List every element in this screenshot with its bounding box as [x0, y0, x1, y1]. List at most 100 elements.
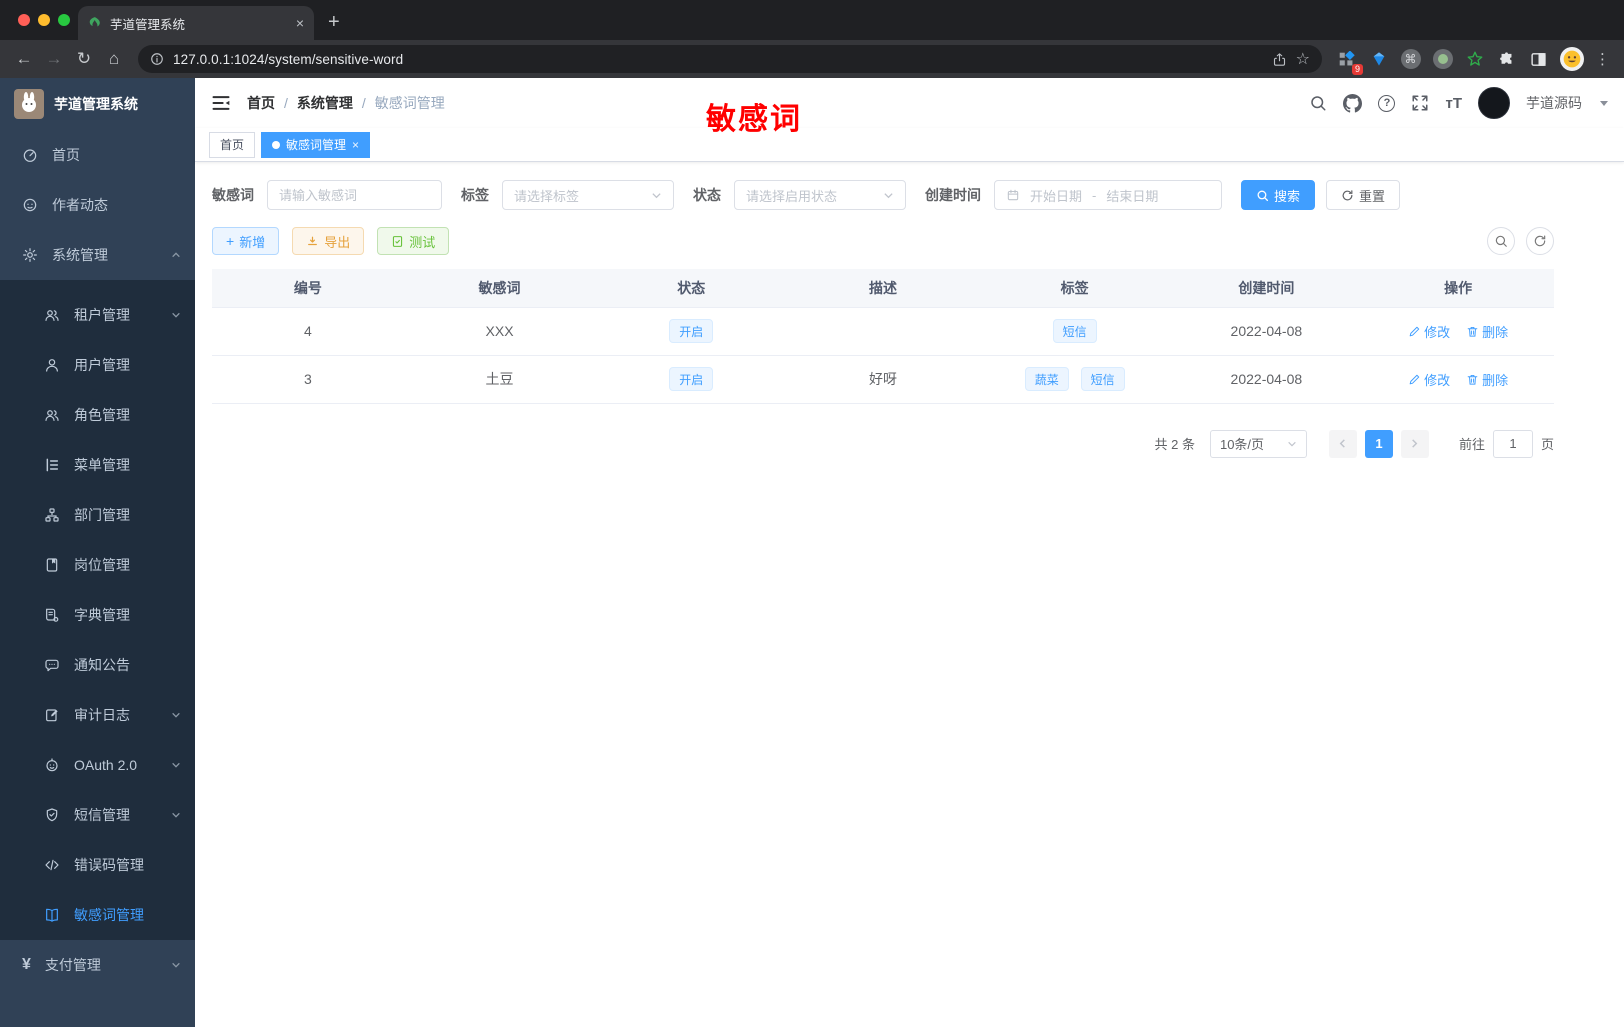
green-star-extension-icon[interactable] — [1464, 49, 1485, 70]
add-button[interactable]: + 新增 — [212, 227, 280, 255]
user-caret-icon[interactable] — [1600, 100, 1608, 106]
user-avatar[interactable] — [1478, 87, 1510, 119]
cell-word: 土豆 — [403, 355, 596, 404]
sidebar-item-dept-mgmt[interactable]: 部门管理 — [0, 490, 195, 540]
home-button[interactable]: ⌂ — [100, 45, 128, 73]
test-button[interactable]: 测试 — [377, 227, 450, 255]
tab-close-icon[interactable]: × — [296, 16, 304, 30]
sidebar-item-oauth2[interactable]: OAuth 2.0 — [0, 740, 195, 790]
favicon-leaf-icon — [88, 16, 102, 30]
tags-view-tab-sensitive-word[interactable]: 敏感词管理 × — [261, 131, 371, 158]
browser-tab[interactable]: 芋道管理系统 × — [78, 6, 314, 40]
font-size-icon[interactable]: тT — [1445, 95, 1462, 112]
url-text[interactable]: 127.0.0.1:1024/system/sensitive-word — [173, 52, 1263, 67]
open-book-icon — [44, 907, 60, 923]
tag-select[interactable]: 请选择标签 — [502, 180, 674, 210]
app-logo[interactable]: 芋道管理系统 — [0, 78, 195, 130]
sidebar-item-tenant-mgmt[interactable]: 租户管理 — [0, 290, 195, 340]
chevron-up-icon — [171, 250, 181, 260]
yen-icon: ¥ — [22, 956, 31, 973]
address-bar[interactable]: 127.0.0.1:1024/system/sensitive-word ☆ — [138, 45, 1322, 73]
chevron-down-icon — [1287, 439, 1297, 449]
fullscreen-icon[interactable] — [1411, 94, 1429, 112]
reset-button[interactable]: 重置 — [1326, 180, 1401, 210]
delete-link[interactable]: 删除 — [1466, 322, 1508, 341]
table-row: 4 XXX 开启 短信 2022-04-08 修改 删除 — [212, 307, 1554, 356]
recorder-extension-icon[interactable] — [1432, 49, 1453, 70]
page-size-select[interactable]: 10条/页 — [1209, 429, 1307, 458]
calendar-icon — [1006, 188, 1020, 202]
prev-page-button[interactable] — [1328, 429, 1357, 458]
reload-button[interactable]: ↻ — [70, 45, 98, 73]
bookmark-star-icon[interactable]: ☆ — [1296, 49, 1310, 69]
next-page-button[interactable] — [1400, 429, 1429, 458]
keyword-input[interactable] — [279, 187, 430, 203]
sidebar-item-payment-mgmt[interactable]: ¥ 支付管理 — [0, 940, 195, 990]
side-panel-icon[interactable] — [1528, 49, 1549, 70]
close-window-button[interactable] — [18, 14, 30, 26]
header-search-icon[interactable] — [1309, 94, 1327, 112]
app-title: 芋道管理系统 — [54, 96, 138, 112]
trash-icon — [1466, 325, 1479, 338]
sidebar-item-author-news[interactable]: 作者动态 — [0, 180, 195, 230]
document-check-icon — [391, 235, 404, 248]
sidebar: 芋道管理系统 首页 作者动态 系统管理 租户管理 用户管理 角色管理 菜单管理 … — [0, 78, 195, 1027]
delete-link[interactable]: 删除 — [1466, 370, 1508, 389]
browser-menu-icon[interactable]: ⋮ — [1595, 50, 1610, 68]
minimize-window-button[interactable] — [38, 14, 50, 26]
help-icon[interactable]: ? — [1378, 94, 1396, 112]
sidebar-item-menu-mgmt[interactable]: 菜单管理 — [0, 440, 195, 490]
col-create-time: 创建时间 — [1170, 269, 1363, 308]
sidebar-item-sensitive-word-mgmt[interactable]: 敏感词管理 — [0, 890, 195, 940]
sidebar-item-post-mgmt[interactable]: 岗位管理 — [0, 540, 195, 590]
funnel-extension-icon[interactable] — [1368, 49, 1389, 70]
new-tab-button[interactable]: + — [328, 11, 340, 34]
grid-extension-icon[interactable]: 9 — [1336, 49, 1363, 75]
collapse-sidebar-icon[interactable] — [211, 93, 231, 113]
profile-avatar[interactable] — [1560, 47, 1584, 71]
tags-view-tab-home[interactable]: 首页 — [209, 131, 256, 158]
sidebar-item-audit-log[interactable]: 审计日志 — [0, 690, 195, 740]
col-description: 描述 — [787, 269, 979, 308]
breadcrumb-current: 敏感词管理 — [374, 95, 445, 111]
sidebar-item-notice-mgmt[interactable]: 通知公告 — [0, 640, 195, 690]
sidebar-item-user-mgmt[interactable]: 用户管理 — [0, 340, 195, 390]
status-select[interactable]: 请选择启用状态 — [734, 180, 906, 210]
export-button[interactable]: 导出 — [292, 227, 365, 255]
table-row: 3 土豆 开启 好呀 蔬菜 短信 2022-04-08 修改 删除 — [212, 355, 1554, 404]
pagination-total: 共 2 条 — [1154, 437, 1195, 452]
edit-link[interactable]: 修改 — [1408, 322, 1450, 341]
active-dot-icon — [272, 140, 281, 149]
page-unit-label: 页 — [1540, 437, 1554, 452]
cell-create-time: 2022-04-08 — [1170, 355, 1363, 404]
back-button[interactable]: ← — [10, 45, 38, 73]
sidebar-item-dict-mgmt[interactable]: 字典管理 — [0, 590, 195, 640]
user-name[interactable]: 芋道源码 — [1526, 93, 1582, 113]
site-info-icon[interactable] — [150, 52, 164, 66]
share-icon[interactable] — [1272, 52, 1287, 67]
table-refresh-button[interactable] — [1526, 227, 1554, 255]
sidebar-item-system-mgmt[interactable]: 系统管理 — [0, 230, 195, 280]
puzzle-extensions-icon[interactable] — [1496, 49, 1517, 70]
github-icon[interactable] — [1343, 93, 1363, 113]
breadcrumb-system[interactable]: 系统管理 — [297, 93, 353, 113]
sidebar-item-error-code-mgmt[interactable]: 错误码管理 — [0, 840, 195, 890]
sidebar-item-role-mgmt[interactable]: 角色管理 — [0, 390, 195, 440]
command-extension-icon[interactable]: ⌘ — [1400, 49, 1421, 70]
breadcrumb-home[interactable]: 首页 — [247, 93, 275, 113]
breadcrumb: 首页 / 系统管理 / 敏感词管理 — [247, 93, 445, 113]
col-id: 编号 — [212, 269, 404, 308]
sidebar-item-home[interactable]: 首页 — [0, 130, 195, 180]
tag-badge: 短信 — [1052, 319, 1097, 343]
search-button[interactable]: 搜索 — [1241, 180, 1316, 210]
goto-page-input[interactable] — [1492, 429, 1533, 458]
zoom-window-button[interactable] — [58, 14, 70, 26]
forward-button[interactable]: → — [40, 45, 68, 73]
table-search-toggle-button[interactable] — [1487, 227, 1515, 255]
edit-link[interactable]: 修改 — [1408, 370, 1450, 389]
tab-close-icon[interactable]: × — [352, 138, 359, 152]
page-number-1[interactable]: 1 — [1364, 429, 1393, 458]
sidebar-item-sms-mgmt[interactable]: 短信管理 — [0, 790, 195, 840]
date-range-picker[interactable]: 开始日期 - 结束日期 — [994, 180, 1222, 210]
trash-icon — [1466, 373, 1479, 386]
